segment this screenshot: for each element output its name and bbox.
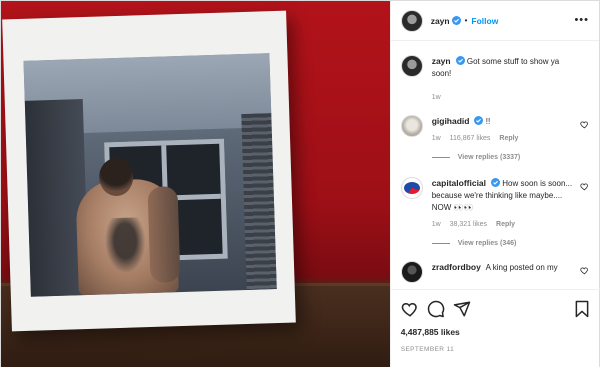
reply-button[interactable]: Reply <box>499 135 518 142</box>
post-actions: 4,487,885 likes SEPTEMBER 11 <box>390 289 600 353</box>
view-replies-button[interactable]: View replies (3337) <box>431 154 589 161</box>
author-avatar[interactable] <box>400 9 423 32</box>
heart-icon[interactable] <box>401 300 419 318</box>
header-separator: • <box>464 16 468 25</box>
polaroid-print <box>2 10 296 332</box>
comment-avatar[interactable] <box>400 261 423 283</box>
comment-icon[interactable] <box>427 300 445 318</box>
verified-badge-icon <box>491 178 501 187</box>
view-replies-button[interactable]: View replies (346) <box>431 240 589 247</box>
author-username[interactable]: zayn <box>431 16 450 26</box>
view-replies-label[interactable]: View replies (346) <box>458 240 517 247</box>
verified-badge-icon <box>455 56 465 65</box>
post-header: zayn • Follow ••• <box>390 1 599 41</box>
comment-item: capitalofficial How soon is soon... beca… <box>400 177 589 228</box>
comment-username[interactable]: gigihadid <box>432 116 470 126</box>
verified-badge-icon <box>474 116 484 125</box>
comment-avatar[interactable] <box>400 177 423 199</box>
caption-time[interactable]: 1w <box>432 94 441 101</box>
post-photo[interactable] <box>1 1 390 367</box>
action-icons-row <box>401 298 591 320</box>
bookmark-icon[interactable] <box>573 300 591 318</box>
comment-heart-icon[interactable] <box>580 120 589 129</box>
polaroid-image <box>23 53 277 297</box>
replies-divider <box>431 243 450 244</box>
comment-text: A king posted on my <box>485 263 558 272</box>
caption-avatar[interactable] <box>400 55 423 77</box>
comment-time[interactable]: 1w <box>432 221 441 228</box>
verified-badge-icon <box>451 16 461 25</box>
comment-username[interactable]: zradfordboy <box>432 262 481 272</box>
view-replies-label[interactable]: View replies (3337) <box>458 154 521 161</box>
caption-username[interactable]: zayn <box>432 56 451 66</box>
comment-avatar[interactable] <box>400 115 423 137</box>
paper-plane-icon[interactable] <box>453 300 471 318</box>
comment-heart-icon[interactable] <box>580 266 589 275</box>
comment-time[interactable]: 1w <box>432 135 441 142</box>
comment-likes[interactable]: 38,321 likes <box>450 221 487 228</box>
more-options-icon[interactable]: ••• <box>574 15 589 26</box>
post-date[interactable]: SEPTEMBER 11 <box>401 346 591 353</box>
comments-list[interactable]: zayn Got some stuff to show ya soon! 1w … <box>391 41 599 289</box>
caption: zayn Got some stuff to show ya soon! 1w <box>400 55 589 101</box>
comment-item: gigihadid !! 1w 116,867 likes Reply <box>400 115 589 142</box>
comment-heart-icon[interactable] <box>580 182 589 191</box>
follow-button[interactable]: Follow <box>471 16 498 26</box>
reply-button[interactable]: Reply <box>496 221 515 228</box>
replies-divider <box>431 157 450 158</box>
comment-username[interactable]: capitalofficial <box>432 178 486 188</box>
comment-likes[interactable]: 116,867 likes <box>450 135 491 142</box>
post-side-panel: zayn • Follow ••• zayn Got some stuff to… <box>389 1 600 367</box>
post-container: zayn • Follow ••• zayn Got some stuff to… <box>0 0 600 367</box>
comment-item: zradfordboy A king posted on my <box>400 261 589 283</box>
likes-count[interactable]: 4,487,885 likes <box>401 327 591 337</box>
comment-text: !! <box>485 117 491 126</box>
